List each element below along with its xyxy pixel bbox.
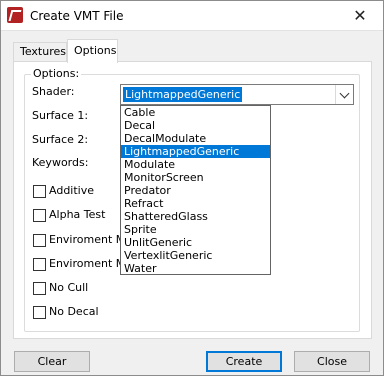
no-cull-checkbox-label: No Cull [49, 281, 89, 294]
shader-option-monitorscreen[interactable]: MonitorScreen [121, 171, 270, 184]
alpha-test-checkbox-box[interactable] [33, 209, 46, 222]
shader-option-decalmodulate[interactable]: DecalModulate [121, 132, 270, 145]
additive-checkbox-label: Additive [49, 184, 94, 197]
app-icon [7, 7, 23, 23]
shader-option-shatteredglass[interactable]: ShatteredGlass [121, 210, 270, 223]
shader-select-value: LightmappedGeneric [123, 87, 243, 102]
no-decal-checkbox-label: No Decal [49, 305, 99, 318]
shader-option-modulate[interactable]: Modulate [121, 158, 270, 171]
shader-option-refract[interactable]: Refract [121, 197, 270, 210]
shader-option-water[interactable]: Water [121, 262, 270, 275]
shader-option-vertexlitgeneric[interactable]: VertexlitGeneric [121, 249, 270, 262]
surface2-label: Surface 2: [32, 133, 89, 146]
tab-options[interactable]: Options [67, 39, 118, 63]
alpha-test-checkbox-label: Alpha Test [49, 208, 106, 221]
tab-textures[interactable]: Textures [13, 42, 67, 61]
shader-select[interactable]: LightmappedGeneric [120, 84, 354, 105]
keywords-label: Keywords: [32, 156, 89, 169]
chevron-down-icon[interactable] [335, 85, 353, 104]
title-bar: Create VMT File ✕ [1, 1, 383, 31]
create-button[interactable]: Create [206, 351, 282, 372]
shader-option-cable[interactable]: Cable [121, 106, 270, 119]
clear-button[interactable]: Clear [14, 351, 90, 372]
no-cull-checkbox-box[interactable] [33, 282, 46, 295]
enviroment-map-checkbox-2-box[interactable] [33, 258, 46, 271]
close-window-icon[interactable]: ✕ [337, 1, 383, 31]
surface1-label: Surface 1: [32, 109, 89, 122]
additive-checkbox-box[interactable] [33, 185, 46, 198]
shader-label: Shader: [32, 85, 75, 98]
shader-option-lightmappedgeneric[interactable]: LightmappedGeneric [121, 145, 270, 158]
close-button[interactable]: Close [294, 351, 370, 372]
options-group-legend: Options: [31, 67, 82, 80]
create-vmt-dialog: Create VMT File ✕ Textures Options Optio… [0, 0, 384, 376]
shader-dropdown-list[interactable]: Cable Decal DecalModulate LightmappedGen… [120, 105, 271, 275]
enviroment-map-checkbox-1-box[interactable] [33, 234, 46, 247]
shader-option-sprite[interactable]: Sprite [121, 223, 270, 236]
window-title: Create VMT File [30, 9, 124, 23]
shader-option-predator[interactable]: Predator [121, 184, 270, 197]
no-decal-checkbox-box[interactable] [33, 306, 46, 319]
shader-option-unlitgeneric[interactable]: UnlitGeneric [121, 236, 270, 249]
shader-option-decal[interactable]: Decal [121, 119, 270, 132]
